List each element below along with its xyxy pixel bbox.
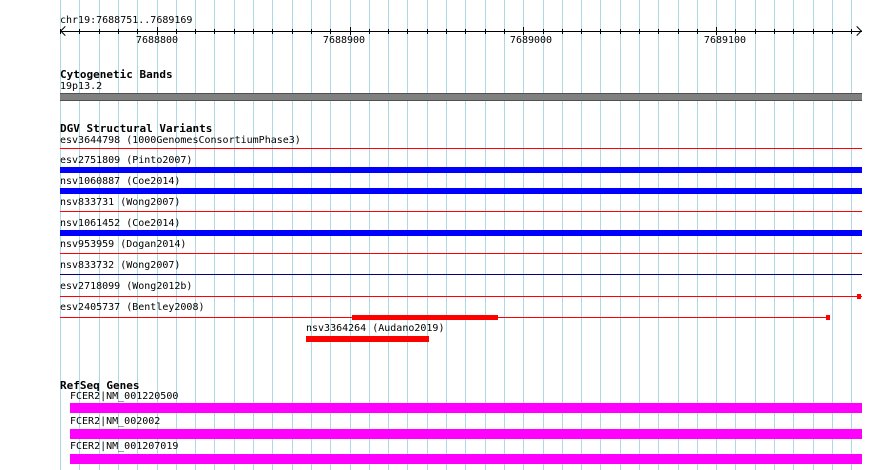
track-title-cytogenetic-bands: Cytogenetic Bands <box>60 68 173 81</box>
ruler-tick <box>137 29 138 34</box>
variant-label[interactable]: nsv1061452 (Coe2014) <box>60 218 180 230</box>
variant-feature[interactable] <box>60 253 862 254</box>
ruler-tick <box>832 29 833 34</box>
ruler-tick <box>195 29 196 34</box>
gene-label[interactable]: FCER2|NM_002002 <box>70 416 160 428</box>
ruler-tick <box>678 29 679 34</box>
genome-browser-view: chr19:7688751..7689169 7688800 7688900 7… <box>0 0 890 470</box>
ruler-tick-label: 7688800 <box>135 35 179 46</box>
ruler-tick-label: 7689000 <box>509 35 553 46</box>
variant-label[interactable]: esv2405737 (Bentley2008) <box>60 302 205 314</box>
ruler-tick <box>253 29 254 34</box>
ruler-tick <box>407 29 408 34</box>
cytoband-label: 19p13.2 <box>60 81 103 92</box>
variant-feature[interactable] <box>60 274 862 275</box>
ruler-tick <box>543 29 544 34</box>
variant-label[interactable]: esv3644798 (1000GenomesConsortiumPhase3) <box>60 135 301 147</box>
ruler-tick <box>427 29 428 34</box>
ruler-tick <box>851 29 852 34</box>
gene-label[interactable]: FCER2|NM_001220500 <box>70 391 178 403</box>
ruler-tick <box>813 29 814 34</box>
ruler-tick <box>658 29 659 34</box>
ruler-tick <box>350 27 351 35</box>
variant-feature[interactable] <box>306 336 429 342</box>
gene-feature[interactable] <box>70 403 862 413</box>
ruler-tick-label: 7689100 <box>703 35 747 46</box>
ruler-tick <box>446 29 447 34</box>
ruler-tick <box>157 27 158 35</box>
variant-label[interactable]: nsv3364264 (Audano2019) <box>306 323 444 335</box>
ruler-tick <box>600 29 601 34</box>
ruler-tick <box>214 29 215 34</box>
ruler-tick <box>330 29 331 34</box>
variant-label[interactable]: nsv833731 (Wong2007) <box>60 197 180 209</box>
ruler-tick <box>272 29 273 34</box>
gene-feature[interactable] <box>70 454 862 464</box>
ruler-tick <box>755 29 756 34</box>
ruler-tick <box>311 29 312 34</box>
gene-feature[interactable] <box>70 429 862 439</box>
ruler-tick <box>697 29 698 34</box>
ruler-tick <box>118 29 119 34</box>
variant-feature-block[interactable] <box>826 315 830 320</box>
ruler-tick <box>369 29 370 34</box>
ruler-tick <box>735 29 736 34</box>
ruler-tick <box>99 29 100 34</box>
ruler-tick <box>716 27 717 35</box>
ruler-tick <box>504 29 505 34</box>
ruler-tick <box>79 29 80 34</box>
ruler-tick <box>523 27 524 35</box>
ruler-tick <box>485 29 486 34</box>
ruler-tick <box>793 29 794 34</box>
track-title-dgv: DGV Structural Variants <box>60 122 213 135</box>
ruler-position-label: chr19:7688751..7689169 <box>60 15 193 26</box>
ruler-tick <box>639 29 640 34</box>
ruler-tick <box>465 29 466 34</box>
ruler-tick <box>292 29 293 34</box>
cytoband-bar[interactable] <box>60 93 862 101</box>
ruler-tick <box>176 29 177 34</box>
ruler-tick <box>774 29 775 34</box>
variant-label[interactable]: nsv953959 (Dogan2014) <box>60 239 186 251</box>
ruler-tick-label: 7688900 <box>322 35 366 46</box>
variant-label[interactable]: esv2718099 (Wong2012b) <box>60 281 192 293</box>
variant-label[interactable]: esv2751809 (Pinto2007) <box>60 155 192 167</box>
ruler-tick <box>234 29 235 34</box>
variant-feature-block[interactable] <box>857 294 861 299</box>
ruler-tick <box>60 29 61 34</box>
ruler-tick <box>388 29 389 34</box>
variant-feature[interactable] <box>60 230 862 236</box>
variant-feature[interactable] <box>60 296 862 297</box>
variant-feature[interactable] <box>60 148 862 149</box>
variant-feature[interactable] <box>60 211 862 212</box>
ruler-axis-line <box>60 31 862 32</box>
variant-feature[interactable] <box>60 188 862 194</box>
variant-label[interactable]: nsv1060887 (Coe2014) <box>60 176 180 188</box>
variant-feature[interactable] <box>60 167 862 173</box>
gene-label[interactable]: FCER2|NM_001207019 <box>70 441 178 453</box>
variant-feature-block[interactable] <box>352 315 498 320</box>
ruler-tick <box>562 29 563 34</box>
ruler-tick <box>620 29 621 34</box>
variant-label[interactable]: nsv833732 (Wong2007) <box>60 260 180 272</box>
ruler-tick <box>581 29 582 34</box>
